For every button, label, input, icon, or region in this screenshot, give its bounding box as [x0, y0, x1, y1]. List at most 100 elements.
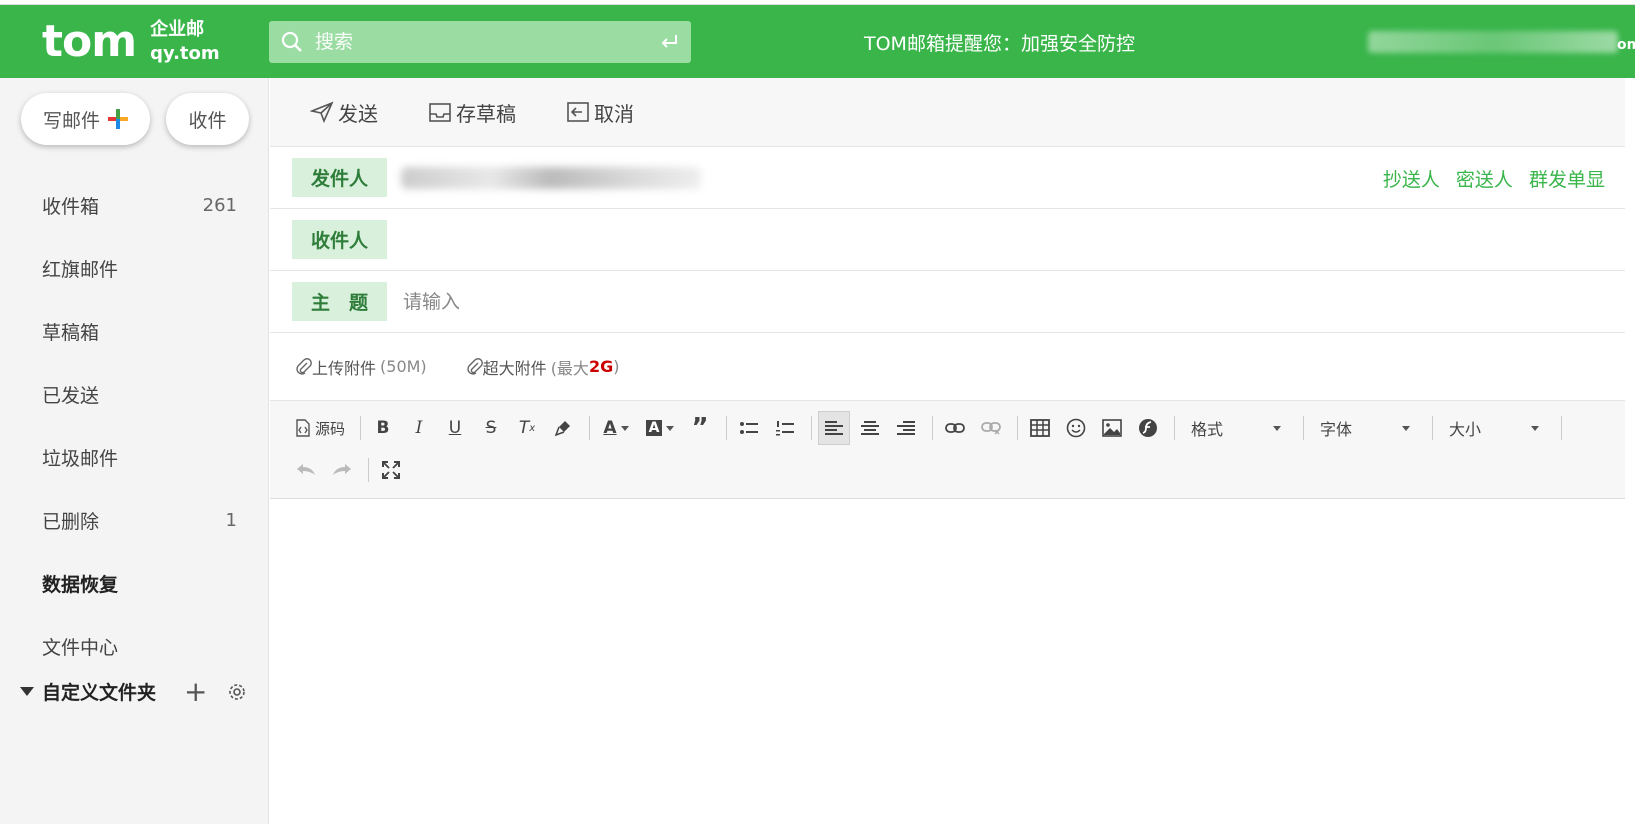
sender-row: 发件人 抄送人 密送人 群发单显 [270, 147, 1625, 209]
align-center-button[interactable] [854, 411, 886, 445]
user-account-redacted[interactable] [1368, 31, 1618, 53]
divider [1561, 416, 1562, 440]
sidebar-item-sent[interactable]: 已发送 [0, 363, 269, 426]
sender-address-redacted[interactable] [401, 166, 701, 189]
large-attachment-label: 超大附件 [482, 358, 547, 378]
recipient-options: 抄送人 密送人 群发单显 [1373, 165, 1605, 192]
dropdown-arrow-icon [1402, 425, 1410, 431]
font-color-button[interactable]: A [596, 411, 636, 445]
divider [368, 458, 369, 482]
flash-icon [1139, 419, 1157, 437]
logo-sub-line1: 企业邮 [150, 19, 205, 40]
inbox-tray-icon [429, 103, 451, 122]
message-body-editor[interactable] [270, 499, 1625, 809]
underline-button[interactable]: U [439, 411, 471, 445]
bcc-link[interactable]: 密送人 [1456, 169, 1513, 191]
emoji-button[interactable] [1060, 411, 1092, 445]
send-icon [310, 101, 334, 123]
divider [932, 416, 933, 440]
align-right-button[interactable] [890, 411, 922, 445]
size-dropdown-label: 大小 [1449, 420, 1482, 439]
source-code-label: 源码 [314, 419, 345, 438]
add-folder-icon[interactable]: + [184, 677, 207, 705]
send-button[interactable]: 发送 [310, 98, 378, 127]
sidebar-item-inbox[interactable]: 收件箱 261 [0, 174, 269, 237]
image-button[interactable] [1096, 411, 1128, 445]
cancel-label: 取消 [594, 101, 634, 126]
search-input[interactable] [315, 31, 659, 53]
sidebar-item-flagged[interactable]: 红旗邮件 [0, 237, 269, 300]
large-limit-prefix: (最大 [550, 358, 589, 378]
security-notice[interactable]: TOM邮箱提醒您：加强安全防控 [864, 29, 1135, 56]
logo-subtitle: 企业邮 qy.tom [150, 18, 220, 66]
divider [1303, 416, 1304, 440]
sidebar-item-drafts[interactable]: 草稿箱 [0, 300, 269, 363]
compose-label: 写邮件 [42, 109, 100, 132]
divider [1174, 416, 1175, 440]
fullscreen-button[interactable] [375, 453, 407, 487]
sender-tag[interactable]: 发件人 [292, 158, 387, 197]
search-icon [281, 31, 302, 52]
cc-link[interactable]: 抄送人 [1383, 169, 1440, 191]
bullet-list-icon [740, 422, 758, 434]
italic-button[interactable]: I [403, 411, 435, 445]
brush-icon [554, 421, 570, 437]
font-dropdown-label: 字体 [1320, 420, 1353, 439]
table-button[interactable] [1024, 411, 1056, 445]
unlink-button[interactable] [975, 411, 1007, 445]
source-code-button[interactable]: 源码 [290, 411, 350, 445]
cancel-button[interactable]: 取消 [566, 98, 634, 127]
bullet-list-button[interactable] [733, 411, 765, 445]
sidebar-item-deleted[interactable]: 已删除 1 [0, 489, 269, 552]
link-button[interactable] [939, 411, 971, 445]
editor-toolbar: 源码 B I U S Tx A A ” 格式 字体 大小 [270, 401, 1625, 499]
compose-button[interactable]: 写邮件 [21, 93, 150, 145]
caret-down-icon[interactable] [20, 687, 34, 696]
sidebar-item-data-recovery[interactable]: 数据恢复 [0, 552, 269, 615]
flash-button[interactable] [1132, 411, 1164, 445]
single-send-link[interactable]: 群发单显 [1529, 169, 1605, 191]
large-attachment-button[interactable]: 超大附件 (最大 2G) [466, 355, 620, 379]
redo-button[interactable] [326, 453, 358, 487]
image-icon [1102, 419, 1122, 437]
folder-label: 草稿箱 [42, 322, 100, 344]
format-painter-button[interactable] [547, 411, 579, 445]
fullscreen-icon [382, 461, 400, 479]
folder-label: 数据恢复 [42, 574, 119, 596]
logo-text: tom [42, 16, 137, 67]
upload-attachment-button[interactable]: 上传附件 (50M) [296, 355, 427, 379]
custom-folders-section: 自定义文件夹 + [20, 677, 250, 705]
recipient-input[interactable] [403, 228, 1625, 251]
paperclip-icon [466, 357, 483, 375]
bold-button[interactable]: B [367, 411, 399, 445]
receive-button[interactable]: 收件 [166, 93, 249, 145]
enter-icon[interactable] [659, 33, 679, 51]
strikethrough-button[interactable]: S [475, 411, 507, 445]
large-limit-suffix: ) [613, 357, 620, 376]
align-left-button[interactable] [818, 411, 850, 445]
gear-icon[interactable] [227, 682, 247, 702]
user-account-tail: om [1617, 37, 1635, 53]
divider [589, 416, 590, 440]
subject-input[interactable] [403, 290, 1625, 313]
undo-button[interactable] [290, 453, 322, 487]
sidebar-item-spam[interactable]: 垃圾邮件 [0, 426, 269, 489]
divider [811, 416, 812, 440]
search-box[interactable] [269, 21, 691, 63]
size-dropdown[interactable]: 大小 [1439, 411, 1549, 445]
custom-folders-label[interactable]: 自定义文件夹 [42, 678, 156, 705]
numbered-list-button[interactable] [769, 411, 801, 445]
sidebar-item-file-center[interactable]: 文件中心 [0, 615, 269, 678]
font-dropdown[interactable]: 字体 [1310, 411, 1420, 445]
format-dropdown[interactable]: 格式 [1181, 411, 1291, 445]
clear-format-button[interactable]: Tx [511, 411, 543, 445]
dropdown-arrow-icon [1273, 425, 1281, 431]
recipient-tag[interactable]: 收件人 [292, 220, 387, 259]
logo-sub-line2: qy.tom [150, 43, 220, 64]
background-color-button[interactable]: A [640, 411, 680, 445]
subject-row: 主 题 [270, 271, 1625, 333]
logo[interactable]: tom 企业邮 qy.tom [42, 17, 220, 67]
save-draft-button[interactable]: 存草稿 [428, 98, 516, 127]
quote-button[interactable]: ” [684, 411, 716, 445]
attachment-row: 上传附件 (50M) 超大附件 (最大 2G) [270, 333, 1625, 401]
